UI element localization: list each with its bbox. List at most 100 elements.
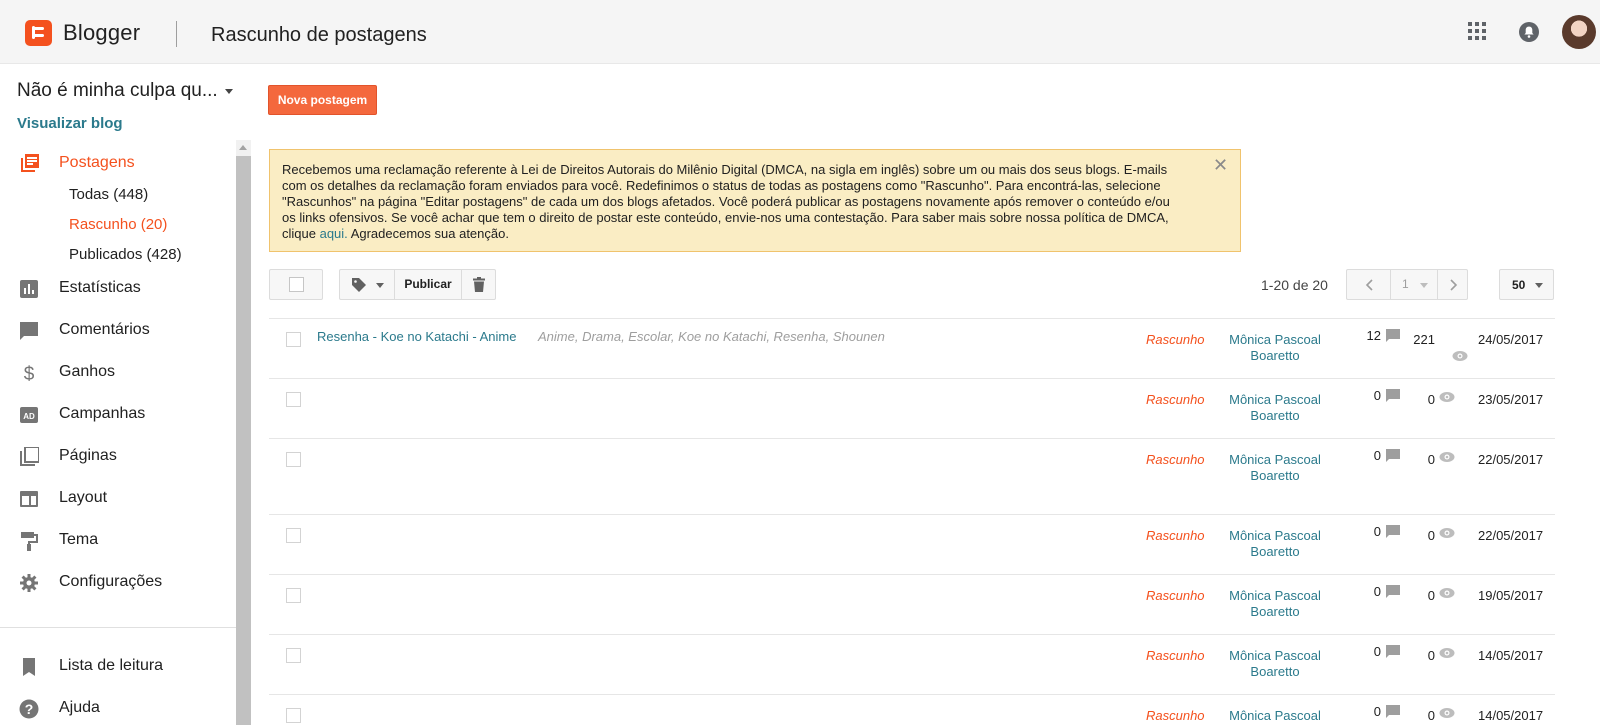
sidebar-item-reading-list[interactable]: Lista de leitura — [0, 652, 236, 682]
post-date: 24/05/2017 — [1478, 332, 1544, 347]
post-labels[interactable]: Anime, Drama, Escolar, Koe no Katachi, R… — [538, 329, 885, 344]
per-page-select[interactable]: 50 — [1499, 269, 1554, 300]
post-author[interactable]: Mônica Pascoal Boaretto — [1220, 392, 1330, 424]
post-author[interactable]: Mônica Pascoal — [1220, 708, 1330, 724]
sidebar-item-settings[interactable]: Configurações — [0, 568, 236, 598]
post-author[interactable]: Mônica Pascoal Boaretto — [1220, 332, 1330, 364]
table-row[interactable]: Rascunho Mônica Pascoal Boaretto 0 0 14/… — [269, 634, 1555, 694]
page-select[interactable]: 1 — [1391, 270, 1438, 299]
scroll-up-arrow-icon[interactable] — [236, 140, 251, 156]
bookmark-icon — [23, 658, 35, 676]
post-author[interactable]: Mônica Pascoal Boaretto — [1220, 528, 1330, 560]
post-author[interactable]: Mônica Pascoal Boaretto — [1220, 648, 1330, 680]
sidebar-divider — [0, 627, 236, 628]
comment-count: 12 — [1366, 328, 1381, 343]
sidebar-item-campaigns[interactable]: AD Campanhas — [0, 400, 236, 430]
post-date: 14/05/2017 — [1478, 648, 1544, 663]
svg-text:AD: AD — [23, 412, 35, 421]
comment-count: 0 — [1373, 644, 1381, 659]
chevron-down-icon[interactable] — [225, 89, 233, 94]
post-status: Rascunho — [1146, 452, 1205, 467]
post-status: Rascunho — [1146, 528, 1205, 543]
sidebar-item-label: Campanhas — [59, 405, 146, 422]
new-post-button[interactable]: Nova postagem — [268, 85, 377, 115]
sidebar-subitem-all[interactable]: Todas (448) — [69, 186, 148, 203]
view-count: 0 — [1427, 708, 1435, 723]
sidebar-item-layout[interactable]: Layout — [0, 484, 236, 514]
post-status: Rascunho — [1146, 332, 1205, 347]
table-row[interactable]: Rascunho Mônica Pascoal Boaretto 0 0 22/… — [269, 438, 1555, 514]
sidebar-item-label: Comentários — [59, 321, 150, 338]
post-author[interactable]: Mônica Pascoal Boaretto — [1220, 588, 1330, 620]
close-icon[interactable]: ✕ — [1213, 156, 1228, 174]
label-button[interactable] — [340, 270, 395, 299]
delete-button[interactable] — [462, 270, 496, 299]
post-author[interactable]: Mônica Pascoal Boaretto — [1220, 452, 1330, 484]
eye-icon — [1452, 351, 1468, 361]
sidebar-item-label: Configurações — [59, 573, 163, 590]
previous-page-button[interactable] — [1347, 270, 1391, 299]
chevron-down-icon — [1420, 283, 1428, 288]
sidebar-item-label: Ajuda — [59, 699, 100, 716]
sidebar-subitem-published[interactable]: Publicados (428) — [69, 246, 182, 263]
sidebar-item-posts[interactable]: Postagens — [0, 149, 236, 179]
table-row[interactable]: Resenha - Koe no Katachi - Anime Anime, … — [269, 318, 1555, 378]
next-page-button[interactable] — [1438, 270, 1469, 299]
sidebar-subitem-drafts[interactable]: Rascunho (20) — [69, 216, 167, 233]
post-date: 23/05/2017 — [1478, 392, 1544, 407]
paint-roller-icon — [21, 532, 38, 551]
comment-count: 0 — [1373, 704, 1381, 719]
post-date: 19/05/2017 — [1478, 588, 1544, 603]
table-row[interactable]: Rascunho Mônica Pascoal Boaretto 0 0 22/… — [269, 514, 1555, 574]
sidebar-scrollbar[interactable] — [236, 140, 251, 725]
sidebar-item-label: Ganhos — [59, 363, 116, 380]
row-checkbox[interactable] — [286, 528, 301, 543]
notice-link[interactable]: aqui. — [320, 226, 348, 241]
sidebar-item-label: Layout — [59, 489, 108, 506]
row-checkbox[interactable] — [286, 708, 301, 723]
table-row[interactable]: Rascunho Mônica Pascoal Boaretto 0 0 23/… — [269, 378, 1555, 438]
sidebar-item-theme[interactable]: Tema — [0, 526, 236, 556]
table-row[interactable]: Rascunho Mônica Pascoal Boaretto 0 0 19/… — [269, 574, 1555, 634]
sidebar-item-comments[interactable]: Comentários — [0, 316, 236, 346]
row-checkbox[interactable] — [286, 392, 301, 407]
row-checkbox[interactable] — [286, 588, 301, 603]
row-checkbox[interactable] — [286, 332, 301, 347]
sidebar-item-help[interactable]: ? Ajuda — [0, 694, 236, 724]
blog-selector[interactable]: Não é minha culpa qu... — [17, 80, 218, 102]
help-icon: ? — [19, 699, 39, 719]
view-count: 0 — [1427, 528, 1435, 543]
svg-text:$: $ — [24, 364, 35, 383]
row-checkbox[interactable] — [286, 648, 301, 663]
sidebar-item-label: Estatísticas — [59, 279, 141, 296]
comment-count: 0 — [1373, 388, 1381, 403]
blogger-logo-icon[interactable] — [25, 20, 52, 46]
notifications-bell-icon[interactable] — [1518, 21, 1540, 43]
sidebar-item-pages[interactable]: Páginas — [0, 442, 236, 472]
comment-icon — [1386, 585, 1400, 598]
view-blog-link[interactable]: Visualizar blog — [17, 115, 123, 132]
dmca-notice: Recebemos uma reclamação referente à Lei… — [269, 149, 1241, 252]
notice-thanks: Agradecemos sua atenção. — [347, 226, 509, 241]
header-divider — [176, 21, 177, 47]
publish-button[interactable]: Publicar — [395, 270, 462, 299]
chevron-down-icon — [376, 283, 384, 288]
per-page-value: 50 — [1512, 278, 1526, 292]
sidebar-item-earnings[interactable]: $ Ganhos — [0, 358, 236, 388]
chevron-right-icon — [1450, 279, 1458, 291]
user-avatar[interactable] — [1562, 15, 1596, 49]
table-row[interactable]: Rascunho Mônica Pascoal 0 0 14/05/2017 — [269, 694, 1555, 725]
gear-icon — [20, 574, 38, 592]
select-all-checkbox[interactable] — [289, 277, 304, 292]
select-all-box[interactable] — [269, 269, 323, 300]
apps-grid-icon[interactable] — [1468, 22, 1486, 40]
comment-icon — [1386, 389, 1400, 402]
chevron-down-icon — [1535, 283, 1543, 288]
post-title[interactable]: Resenha - Koe no Katachi - Anime — [317, 329, 516, 344]
post-status: Rascunho — [1146, 392, 1205, 407]
eye-icon — [1439, 392, 1455, 402]
sidebar-item-stats[interactable]: Estatísticas — [0, 274, 236, 304]
brand-name[interactable]: Blogger — [63, 20, 140, 46]
row-checkbox[interactable] — [286, 452, 301, 467]
sidebar-item-label: Tema — [59, 531, 99, 548]
